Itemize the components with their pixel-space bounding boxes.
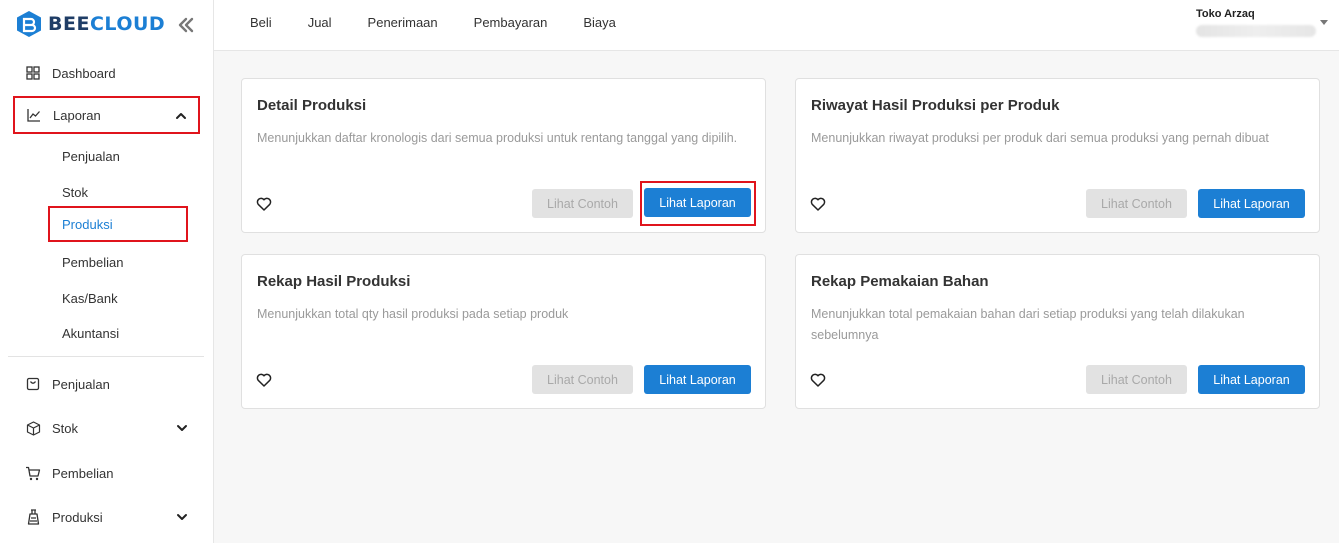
report-card-riwayat-hasil-produksi: Riwayat Hasil Produksi per Produk Menunj… xyxy=(795,78,1320,233)
caret-down-icon[interactable] xyxy=(1320,20,1328,25)
grid-icon xyxy=(24,64,42,82)
sidebar-subitem-stok[interactable]: Stok xyxy=(48,175,188,209)
sidebar-item-penjualan[interactable]: Penjualan xyxy=(14,366,199,402)
subitem-label: Pembelian xyxy=(62,254,124,270)
sidebar-subitem-akuntansi[interactable]: Akuntansi xyxy=(48,316,188,350)
subitem-label: Akuntansi xyxy=(62,325,120,341)
chevron-down-icon xyxy=(177,514,187,520)
lihat-laporan-button[interactable]: Lihat Laporan xyxy=(644,188,751,217)
report-card-rekap-hasil-produksi: Rekap Hasil Produksi Menunjukkan total q… xyxy=(241,254,766,409)
report-card-rekap-pemakaian-bahan: Rekap Pemakaian Bahan Menunjukkan total … xyxy=(795,254,1320,409)
sidebar-divider xyxy=(8,356,204,357)
sidebar-item-pembelian[interactable]: Pembelian xyxy=(14,455,199,491)
heart-icon[interactable] xyxy=(810,196,826,212)
sidebar-item-label: Stok xyxy=(52,420,79,436)
chart-line-icon xyxy=(25,106,43,124)
sidebar-subitem-produksi[interactable]: Produksi xyxy=(48,206,188,242)
lihat-laporan-button[interactable]: Lihat Laporan xyxy=(1198,365,1305,394)
card-description: Menunjukkan total pemakaian bahan dari s… xyxy=(811,307,1245,342)
lihat-laporan-button[interactable]: Lihat Laporan xyxy=(644,365,751,394)
card-title: Riwayat Hasil Produksi per Produk xyxy=(811,97,1060,114)
topnav-pembayaran[interactable]: Pembayaran xyxy=(474,15,548,30)
subitem-label: Produksi xyxy=(62,216,113,232)
brand-name: BEECLOUD xyxy=(48,13,166,35)
sidebar-item-label: Laporan xyxy=(53,107,101,123)
chevron-down-icon xyxy=(177,425,187,431)
bee-logo-icon xyxy=(17,11,41,37)
sidebar-subitem-penjualan[interactable]: Penjualan xyxy=(48,139,188,173)
topnav-penerimaan[interactable]: Penerimaan xyxy=(368,15,438,30)
sidebar-item-label: Pembelian xyxy=(52,465,114,481)
sidebar-item-label: Produksi xyxy=(52,509,103,525)
heart-icon[interactable] xyxy=(256,196,272,212)
card-description: Menunjukkan total qty hasil produksi pad… xyxy=(257,307,569,321)
cart-icon xyxy=(24,464,42,482)
sidebar-subitem-pembelian[interactable]: Pembelian xyxy=(48,245,188,279)
sidebar-item-label: Penjualan xyxy=(52,376,110,392)
topnav-jual[interactable]: Jual xyxy=(308,15,332,30)
sidebar-item-label: Dashboard xyxy=(52,65,116,81)
store-selector[interactable]: Toko Arzaq xyxy=(1196,8,1331,37)
report-card-detail-produksi: Detail Produksi Menunjukkan daftar krono… xyxy=(241,78,766,233)
heart-icon[interactable] xyxy=(256,372,272,388)
sidebar-item-laporan[interactable]: Laporan xyxy=(13,96,200,134)
collapse-sidebar-icon[interactable] xyxy=(175,14,197,36)
heart-icon[interactable] xyxy=(810,372,826,388)
lihat-laporan-button[interactable]: Lihat Laporan xyxy=(1198,189,1305,218)
sidebar-item-stok[interactable]: Stok xyxy=(14,410,199,446)
top-nav-menu: Beli Jual Penerimaan Pembayaran Biaya xyxy=(250,15,652,30)
sidebar: BEECLOUD Dashboard Laporan Penjualan Sto… xyxy=(0,0,214,543)
card-title: Detail Produksi xyxy=(257,97,367,114)
lihat-contoh-button[interactable]: Lihat Contoh xyxy=(1086,189,1187,218)
lihat-contoh-button[interactable]: Lihat Contoh xyxy=(532,189,633,218)
lihat-contoh-button[interactable]: Lihat Contoh xyxy=(1086,365,1187,394)
card-description: Menunjukkan daftar kronologis dari semua… xyxy=(257,131,738,145)
sidebar-subitem-kas-bank[interactable]: Kas/Bank xyxy=(48,281,188,315)
bag-icon xyxy=(24,375,42,393)
subitem-label: Penjualan xyxy=(62,148,120,164)
sidebar-item-dashboard[interactable]: Dashboard xyxy=(14,55,199,91)
sidebar-item-produksi[interactable]: Produksi xyxy=(14,499,199,535)
card-title: Rekap Pemakaian Bahan xyxy=(811,273,989,290)
topnav-beli[interactable]: Beli xyxy=(250,15,272,30)
lihat-contoh-button[interactable]: Lihat Contoh xyxy=(532,365,633,394)
factory-icon xyxy=(24,508,42,526)
top-navbar: Beli Jual Penerimaan Pembayaran Biaya To… xyxy=(214,0,1339,51)
subitem-label: Kas/Bank xyxy=(62,290,118,306)
store-email-redacted xyxy=(1196,25,1316,37)
brand-logo[interactable]: BEECLOUD xyxy=(16,10,165,38)
card-title: Rekap Hasil Produksi xyxy=(257,273,411,290)
card-description: Menunjukkan riwayat produksi per produk … xyxy=(811,131,1269,145)
store-name: Toko Arzaq xyxy=(1196,8,1255,20)
subitem-label: Stok xyxy=(62,184,89,200)
box-icon xyxy=(24,419,42,437)
chevron-up-icon xyxy=(176,113,186,119)
topnav-biaya[interactable]: Biaya xyxy=(583,15,616,30)
